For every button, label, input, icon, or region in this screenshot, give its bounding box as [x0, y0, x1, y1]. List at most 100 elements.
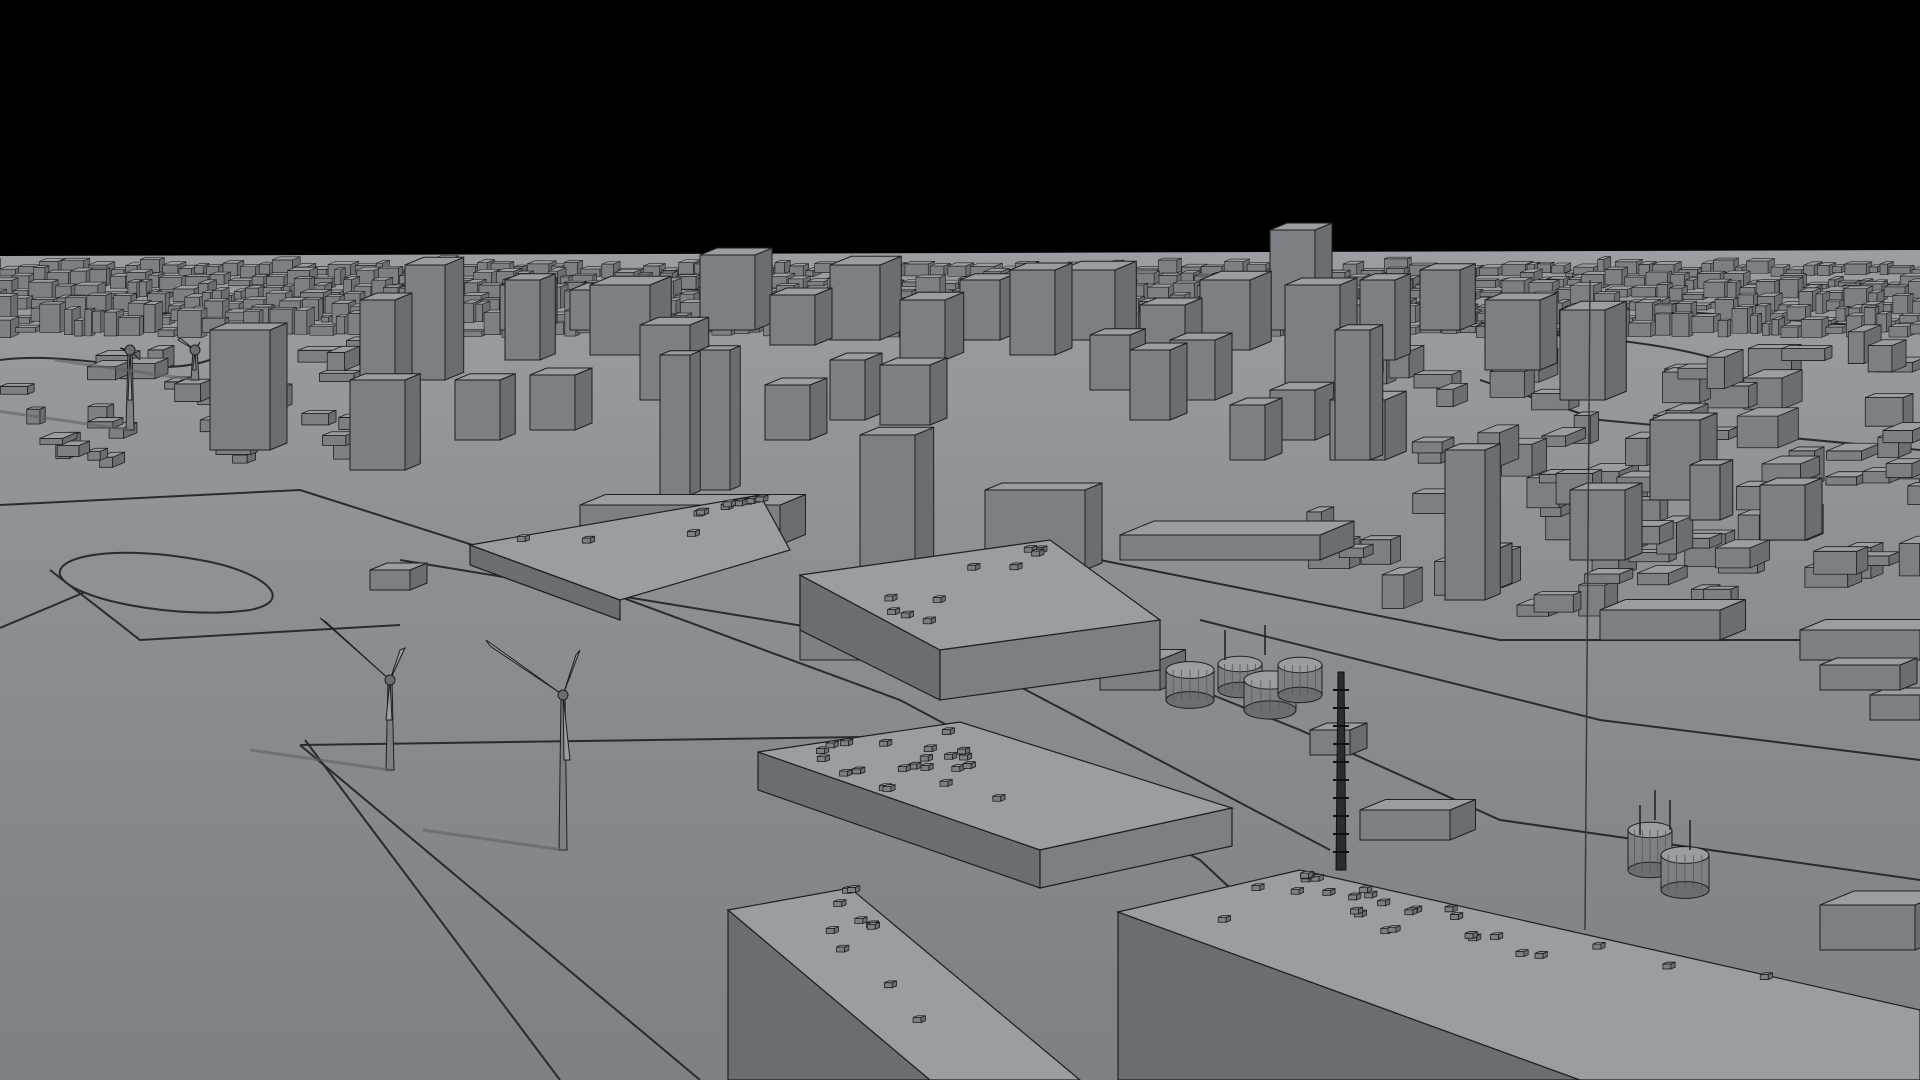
storage-tank	[1277, 656, 1323, 704]
storage-tank	[1165, 661, 1215, 709]
roof-vent	[1322, 887, 1336, 896]
tower	[699, 247, 773, 331]
roof-vent	[932, 595, 946, 604]
distant-block	[309, 324, 337, 336]
distant-block	[1750, 312, 1762, 334]
distant-block	[1800, 316, 1829, 338]
distant-block	[92, 309, 105, 333]
tower	[769, 287, 833, 346]
mid-block	[1489, 366, 1535, 398]
roof-vent	[825, 926, 839, 934]
roof-vent	[962, 761, 976, 770]
tower	[1444, 442, 1501, 601]
podium-building	[1119, 520, 1355, 561]
podium-building	[1819, 657, 1918, 691]
roof-vent	[825, 740, 839, 749]
podium-building	[1799, 619, 1920, 661]
roof-vent	[944, 751, 958, 760]
small-building	[1819, 890, 1920, 951]
small-building	[1359, 798, 1476, 841]
roof-vent	[836, 944, 850, 953]
roof-vent	[897, 764, 911, 773]
distant-block	[930, 262, 951, 276]
tower	[454, 372, 516, 441]
roof-vent	[967, 562, 981, 571]
roof-vent	[1592, 941, 1606, 950]
roof-vent	[1377, 898, 1391, 907]
roof-vent	[686, 529, 701, 537]
tower	[699, 345, 741, 491]
tower	[529, 367, 593, 431]
roof-vent	[919, 753, 933, 762]
roof-vent	[1359, 885, 1373, 894]
tower	[1229, 397, 1283, 461]
roof-vent	[957, 746, 971, 755]
distant-block	[15, 324, 42, 333]
mid-block	[301, 409, 337, 426]
mid-block	[1907, 482, 1920, 505]
distant-block	[143, 300, 163, 333]
distant-block	[1825, 324, 1849, 334]
mid-block	[1885, 458, 1920, 479]
roof-vent	[1450, 912, 1464, 921]
podium-building	[1599, 598, 1746, 641]
distant-block	[1892, 292, 1914, 315]
roof-vent	[1031, 548, 1045, 557]
tower	[1689, 459, 1734, 521]
roof-vent	[1444, 904, 1458, 913]
tower	[1569, 482, 1643, 561]
mid-block	[1736, 407, 1799, 449]
mid-block	[0, 383, 35, 395]
roof-vent	[887, 607, 901, 616]
roof-vent	[1348, 892, 1362, 901]
roof-vent	[879, 738, 893, 747]
mid-block	[1864, 392, 1914, 427]
podium-building	[1869, 687, 1920, 721]
distant-block	[904, 260, 935, 277]
sky	[0, 0, 1920, 260]
roof-vent	[1464, 930, 1478, 939]
roof-vent	[722, 499, 736, 508]
roof-vent	[1251, 883, 1265, 892]
distant-block	[1731, 305, 1753, 334]
tower	[899, 291, 965, 361]
roof-vent	[840, 738, 854, 747]
distant-block	[118, 315, 144, 337]
tower	[1419, 262, 1476, 331]
roof-vent	[866, 921, 880, 930]
roof-vent	[882, 784, 896, 793]
roof-vent	[1350, 906, 1364, 915]
mid-block	[1898, 535, 1920, 577]
roof-vent	[854, 916, 868, 925]
tower	[829, 255, 902, 341]
roof-vent	[1515, 949, 1529, 957]
mid-block	[1781, 345, 1833, 362]
storage-tank	[1660, 846, 1710, 899]
distant-block	[1844, 261, 1873, 275]
tower	[1559, 300, 1627, 401]
distant-block	[1780, 325, 1802, 339]
roof-vent	[734, 498, 748, 507]
roof-vent	[516, 534, 530, 543]
roof-vent	[884, 593, 898, 602]
tower	[879, 357, 948, 426]
mid-block	[1706, 348, 1744, 390]
tower	[764, 377, 828, 441]
distant-block	[1655, 311, 1674, 336]
mid-block	[1584, 567, 1634, 584]
tower	[404, 256, 465, 381]
small-building	[369, 562, 428, 591]
roof-vent	[900, 610, 914, 619]
tower	[349, 372, 421, 471]
distant-block	[1472, 278, 1500, 289]
distant-block	[1158, 257, 1182, 274]
roof-vent	[1300, 870, 1314, 879]
roof-vent	[696, 507, 710, 516]
roof-vent	[1217, 914, 1231, 923]
distant-block	[1832, 264, 1847, 274]
tower	[659, 350, 701, 496]
distant-block	[1912, 297, 1920, 315]
roof-vent	[951, 764, 965, 772]
distant-block	[1551, 262, 1572, 274]
distant-block	[1717, 318, 1732, 338]
